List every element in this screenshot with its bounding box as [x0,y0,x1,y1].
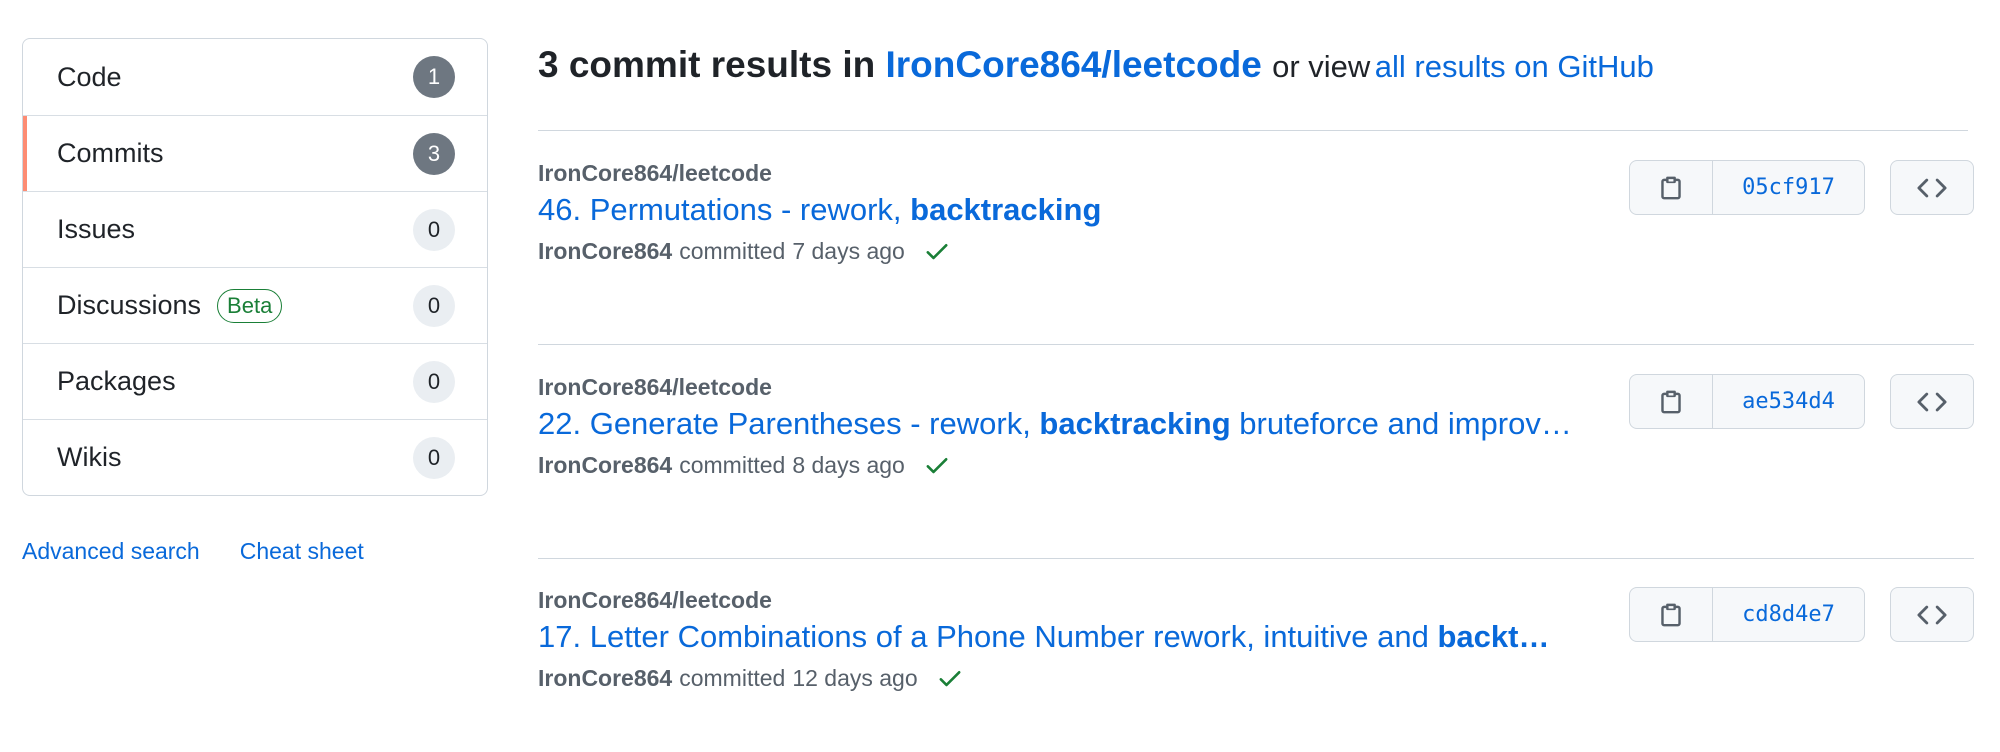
copy-sha-button[interactable] [1630,375,1713,428]
count-badge: 0 [413,436,455,479]
commit-author[interactable]: IronCore864 [538,452,672,479]
count-badge: 1 [413,56,455,98]
sidebar-item-label: Wikis [57,442,122,472]
repo-link[interactable]: IronCore864/leetcode [886,44,1262,85]
advanced-search-link[interactable]: Advanced search [22,538,200,565]
commit-sha-button-group: 05cf917 [1629,160,1865,215]
commit-verb: committed [679,664,786,691]
commit-repo: IronCore864/leetcode [538,160,772,186]
commit-result: IronCore864/leetcode 17. Letter Combinat… [538,559,1974,752]
browse-repo-button[interactable] [1890,160,1974,215]
commit-title-text: 17. Letter Combinations of a Phone Numbe… [538,619,1438,654]
cheat-sheet-link[interactable]: Cheat sheet [240,538,364,565]
commit-sha-button-group: cd8d4e7 [1629,587,1865,642]
commit-time: 12 days ago [792,664,918,691]
commit-sha-link[interactable]: cd8d4e7 [1713,588,1864,641]
commit-verb: committed [679,451,786,478]
browse-repo-button[interactable] [1890,587,1974,642]
commit-author[interactable]: IronCore864 [538,238,672,265]
commit-title-highlight: backt… [1437,619,1550,654]
clipboard-icon [1661,390,1681,413]
code-icon [1917,392,1947,411]
commit-sha-button-group: ae534d4 [1629,374,1865,429]
commit-title-text: 22. Generate Parentheses - rework, [538,406,1040,441]
copy-sha-button[interactable] [1630,161,1713,214]
commit-title-link[interactable]: 46. Permutations - rework, backtracking [538,192,1101,228]
clipboard-icon [1661,603,1681,626]
clipboard-icon [1661,176,1681,199]
check-icon[interactable] [923,237,951,265]
sidebar-item-label: Packages [57,366,176,396]
commit-verb: committed [679,237,786,264]
check-icon[interactable] [936,664,964,692]
count-badge: 0 [413,284,455,327]
commit-meta: IronCore864 committed 7 days ago [538,237,951,265]
search-type-menu: Code 1 Commits 3 Issues 0 Discussions Be… [22,38,488,496]
browse-repo-button[interactable] [1890,374,1974,429]
commit-title-rest: bruteforce and improv… [1230,406,1572,441]
code-icon [1917,178,1947,197]
results-header: 3 commit results in IronCore864/leetcode… [538,44,1968,131]
sidebar-item-label: Commits [57,138,164,168]
sidebar-item-wikis[interactable]: Wikis 0 [23,419,487,495]
commit-author[interactable]: IronCore864 [538,665,672,692]
copy-sha-button[interactable] [1630,588,1713,641]
commit-title-highlight: backtracking [910,192,1102,227]
or-view-text: or view [1272,49,1371,84]
commit-result: IronCore864/leetcode 22. Generate Parent… [538,346,1974,559]
commit-time: 7 days ago [792,237,905,264]
sidebar-item-packages[interactable]: Packages 0 [23,343,487,419]
sidebar-item-commits[interactable]: Commits 3 [23,115,487,191]
commit-sha-link[interactable]: ae534d4 [1713,375,1864,428]
results-heading: 3 commit results in IronCore864/leetcode [538,44,1272,85]
commit-title-highlight: backtracking [1039,406,1231,441]
commit-time: 8 days ago [792,451,905,478]
commit-title-text: 46. Permutations - rework, [538,192,911,227]
sidebar-item-discussions[interactable]: Discussions Beta 0 [23,267,487,343]
sidebar-item-issues[interactable]: Issues 0 [23,191,487,267]
count-badge: 0 [413,360,455,403]
check-icon[interactable] [923,451,951,479]
results-count-text: 3 commit results in [538,44,876,85]
commit-title-link[interactable]: 22. Generate Parentheses - rework, backt… [538,406,1572,442]
count-badge: 3 [413,132,455,175]
sidebar-links: Advanced search Cheat sheet [22,538,364,565]
sidebar-item-label: Discussions [57,290,202,320]
beta-badge: Beta [217,288,283,323]
sidebar-item-code[interactable]: Code 1 [23,39,487,115]
commit-title-link[interactable]: 17. Letter Combinations of a Phone Numbe… [538,619,1549,655]
commit-meta: IronCore864 committed 12 days ago [538,664,964,692]
commit-sha-link[interactable]: 05cf917 [1713,161,1864,214]
sidebar-item-label: Code [57,61,122,92]
code-icon [1917,605,1947,624]
commit-repo: IronCore864/leetcode [538,587,772,613]
search-results-page: Code 1 Commits 3 Issues 0 Discussions Be… [0,0,2000,752]
sidebar-item-label: Issues [57,214,136,244]
count-badge: 0 [413,208,455,251]
commit-repo: IronCore864/leetcode [538,374,772,400]
commit-meta: IronCore864 committed 8 days ago [538,451,951,479]
all-results-link[interactable]: all results on GitHub [1375,49,1654,84]
commit-result: IronCore864/leetcode 46. Permutations - … [538,132,1974,345]
